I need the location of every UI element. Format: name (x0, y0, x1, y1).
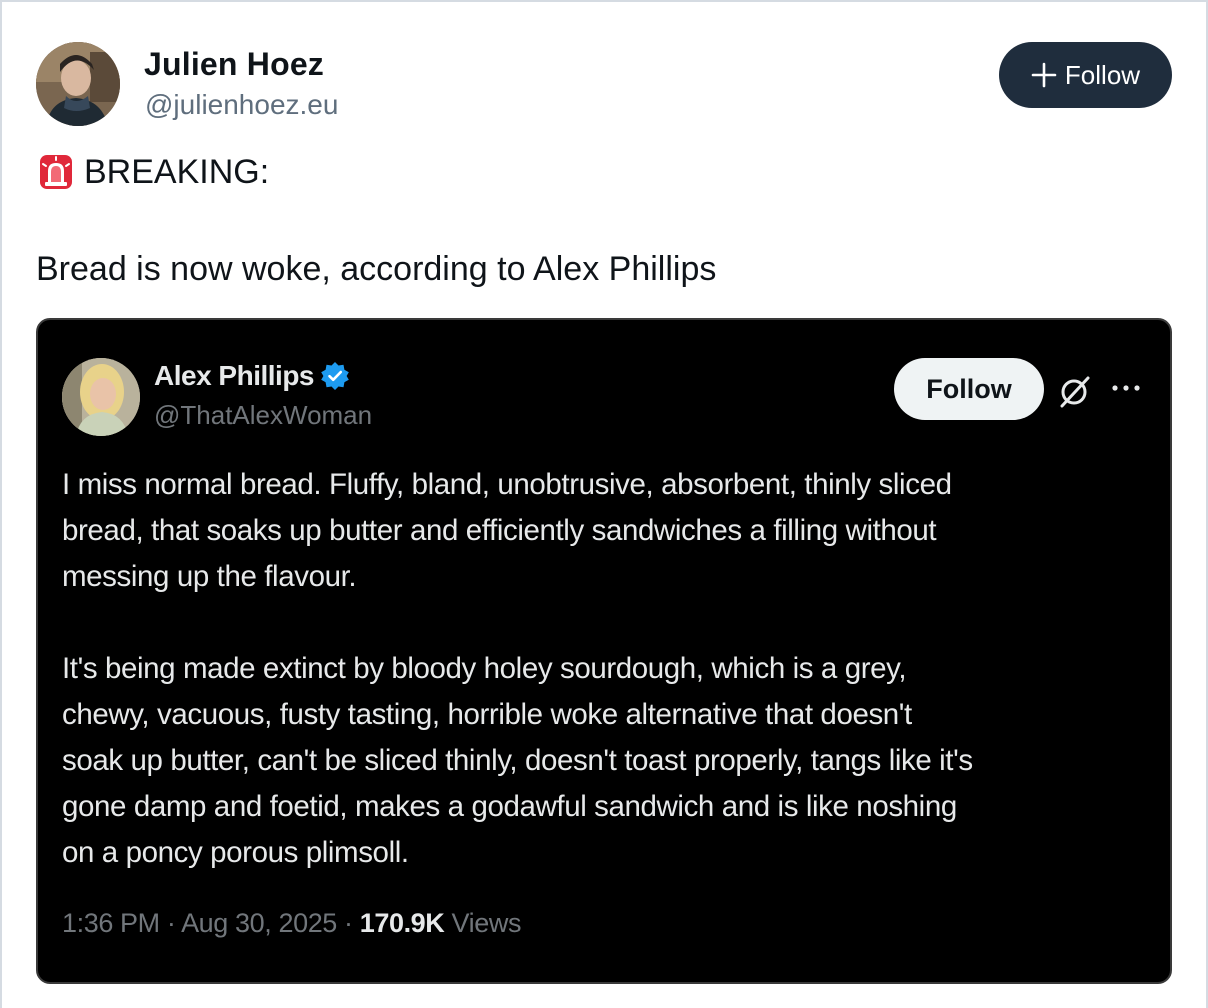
embedded-tweet-image[interactable]: Alex Phillips @ThatAlexWoman Follow I mi… (36, 318, 1172, 984)
views-count: 170.9K (359, 908, 445, 938)
embedded-author-avatar (62, 358, 140, 436)
follow-button-label: Follow (1064, 59, 1141, 90)
embedded-author-name: Alex Phillips (154, 360, 315, 391)
siren-icon (36, 152, 76, 192)
body-line: messing up the flavour. (62, 560, 357, 593)
meta-separator: · (166, 908, 182, 938)
body-line: on a poncy porous plimsoll. (62, 836, 409, 869)
embedded-tweet-meta: 1:36 PM · Aug 30, 2025 · 170.9K Views (62, 908, 521, 939)
body-line: gone damp and foetid, makes a godawful s… (62, 790, 957, 823)
breaking-line: BREAKING: (36, 152, 269, 192)
views-label: Views (451, 908, 522, 938)
author-avatar[interactable] (36, 42, 120, 126)
meta-separator: · (344, 908, 360, 938)
embedded-author-name-row: Alex Phillips (154, 360, 350, 392)
plus-icon (1031, 62, 1057, 88)
post-header: Julien Hoez @julienhoez.eu Follow (36, 40, 1172, 130)
embedded-author-handle: @ThatAlexWoman (154, 400, 373, 430)
more-icon (1110, 376, 1142, 400)
embedded-follow-button: Follow (894, 358, 1044, 420)
follow-button[interactable]: Follow (999, 42, 1172, 108)
embedded-tweet-body: I miss normal bread. Fluffy, bland, unob… (62, 462, 1152, 876)
post-card: Julien Hoez @julienhoez.eu Follow BREAKI… (0, 0, 1208, 1008)
body-line: It's being made extinct by bloody holey … (62, 652, 907, 685)
author-name[interactable]: Julien Hoez (144, 46, 324, 83)
grok-icon (1058, 374, 1092, 408)
tweet-date: Aug 30, 2025 (181, 908, 337, 938)
breaking-label: BREAKING: (84, 152, 270, 191)
post-text: Bread is now woke, according to Alex Phi… (36, 250, 717, 288)
body-line: chewy, vacuous, fusty tasting, horrible … (62, 698, 912, 731)
body-line: soak up butter, can't be sliced thinly, … (62, 744, 973, 777)
tweet-time: 1:36 PM (62, 908, 160, 938)
verified-badge-icon (320, 361, 350, 391)
body-line: bread, that soaks up butter and efficien… (62, 514, 937, 547)
author-handle[interactable]: @julienhoez.eu (145, 89, 338, 121)
body-line: I miss normal bread. Fluffy, bland, unob… (62, 468, 952, 501)
